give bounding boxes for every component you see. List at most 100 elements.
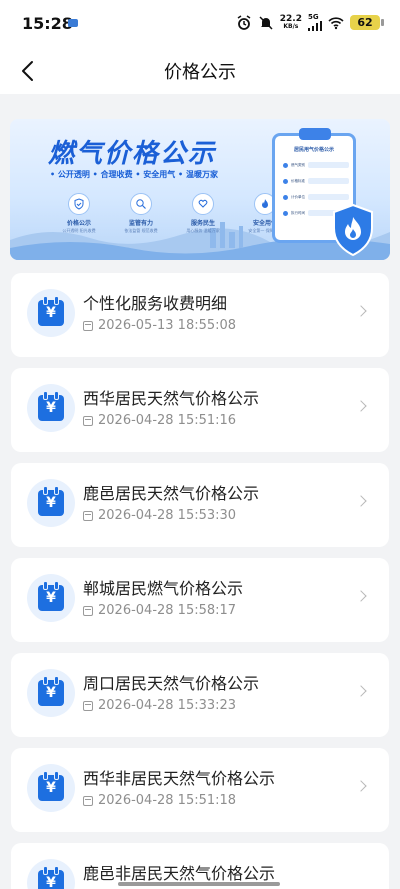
list-item-title: 个性化服务收费明细 xyxy=(83,294,228,313)
clipboard-row: 计价单位 xyxy=(283,192,349,202)
list-item-time: 2026-04-28 15:58:17 xyxy=(98,603,237,618)
shield-flame-icon xyxy=(333,203,373,257)
list-item-icon: ¥ xyxy=(27,479,75,527)
calendar-icon xyxy=(83,605,93,616)
home-indicator[interactable] xyxy=(118,882,280,886)
list-item-title: 鹿邑居民天然气价格公示 xyxy=(83,484,260,503)
calendar-icon xyxy=(83,415,93,426)
list-item-time-row: 2026-04-28 15:33:23 xyxy=(83,698,236,713)
calendar-icon xyxy=(83,510,93,521)
alarm-icon xyxy=(237,14,251,30)
list-item-icon: ¥ xyxy=(27,764,75,812)
list-item-time-row: 2026-04-28 15:58:17 xyxy=(83,603,236,618)
calendar-yuan-icon: ¥ xyxy=(38,391,64,421)
mute-icon xyxy=(259,15,273,30)
list-item-time-row: 2026-04-28 15:51:18 xyxy=(83,793,236,808)
clipboard-title: 居民用气价格公示 xyxy=(293,147,334,153)
calendar-yuan-icon: ¥ xyxy=(38,486,64,516)
nav-bar: 价格公示 xyxy=(0,48,400,94)
feature-public-service: 服务民生 用心服务 温暖万家 xyxy=(178,193,228,234)
status-bar: 15:28 22.2 KB/s 5G 62 xyxy=(0,0,400,48)
clipboard-row-line xyxy=(308,194,349,200)
feature-label: 监管有力 xyxy=(128,220,153,227)
list-item[interactable]: ¥ 周口居民天然气价格公示 2026-04-28 15:33:23 xyxy=(11,653,389,737)
list-item-icon: ¥ xyxy=(27,574,75,622)
list-item[interactable]: ¥ 西华居民天然气价格公示 2026-04-28 15:51:16 xyxy=(11,368,389,452)
list-item-title: 鹿邑非居民天然气价格公示 xyxy=(83,864,276,883)
feature-desc: 依法监管 规范收费 xyxy=(124,228,158,233)
chevron-right-icon xyxy=(355,780,367,792)
feature-desc: 用心服务 温暖万家 xyxy=(186,228,220,233)
clipboard-row-line xyxy=(308,178,349,184)
feature-label: 价格公示 xyxy=(66,220,91,227)
list-item-time-row: 2026-04-28 15:51:16 xyxy=(83,413,236,428)
feature-label: 服务民生 xyxy=(190,220,215,227)
banner-subtitle: • 公开透明 • 合理收费 • 安全用气 • 温暖万家 xyxy=(50,170,218,179)
list-item[interactable]: ¥ 个性化服务收费明细 2026-05-13 18:55:08 xyxy=(11,273,389,357)
calendar-icon xyxy=(83,320,93,331)
calendar-icon xyxy=(83,795,93,806)
list-item-title: 郸城居民燃气价格公示 xyxy=(83,579,244,598)
magnifier-icon xyxy=(130,193,152,215)
list-item-time: 2026-04-28 15:51:16 xyxy=(98,413,237,428)
list-item-time: 2026-04-28 15:33:23 xyxy=(98,698,237,713)
feature-price-disclosure: 价格公示 公开透明 阳光收费 xyxy=(54,193,104,234)
list-item-time: 2026-04-28 15:51:18 xyxy=(98,793,237,808)
list-item-time-row: 2026-04-28 15:53:30 xyxy=(83,508,236,523)
clipboard-row: 价格标准 xyxy=(283,176,349,186)
calendar-yuan-icon: ¥ xyxy=(38,771,64,801)
chevron-right-icon xyxy=(355,495,367,507)
wifi-icon xyxy=(328,16,344,29)
feature-supervision: 监管有力 依法监管 规范收费 xyxy=(116,193,166,234)
network-type: 5G xyxy=(308,13,319,21)
feature-desc: 公开透明 阳光收费 xyxy=(62,228,96,233)
shield-check-icon xyxy=(68,193,90,215)
list-item[interactable]: ¥ 郸城居民燃气价格公示 2026-04-28 15:58:17 xyxy=(11,558,389,642)
cellular-signal: 5G xyxy=(308,14,322,31)
clipboard-row-label: 执行时间 xyxy=(291,210,305,215)
bullet-icon xyxy=(283,178,288,184)
message-notification-icon xyxy=(68,19,78,27)
list-item[interactable]: ¥ 西华非居民天然气价格公示 2026-04-28 15:51:18 xyxy=(11,748,389,832)
list-item-icon: ¥ xyxy=(27,669,75,717)
clipboard-clip xyxy=(299,128,331,140)
clipboard-row: 燃气类别 xyxy=(283,160,349,170)
calendar-yuan-icon: ¥ xyxy=(38,676,64,706)
clipboard-row-label: 计价单位 xyxy=(291,194,305,199)
status-time: 15:28 xyxy=(22,14,73,33)
clipboard-row-label: 价格标准 xyxy=(291,178,305,183)
net-speed-unit: KB/s xyxy=(283,22,299,30)
bullet-icon xyxy=(283,162,288,168)
list-item-title: 西华居民天然气价格公示 xyxy=(83,389,260,408)
battery-indicator: 62 xyxy=(350,15,384,30)
list-item-title: 周口居民天然气价格公示 xyxy=(83,674,260,693)
calendar-yuan-icon: ¥ xyxy=(38,581,64,611)
signal-icon xyxy=(308,21,322,31)
status-icons: 22.2 KB/s 5G 62 xyxy=(236,13,384,31)
list-item-time: 2026-05-13 18:55:08 xyxy=(98,318,237,333)
hands-heart-icon xyxy=(192,193,214,215)
list-item-time-row: 2026-05-13 18:55:08 xyxy=(83,318,236,333)
chevron-right-icon xyxy=(355,400,367,412)
calendar-yuan-icon: ¥ xyxy=(38,866,64,889)
list-item-time: 2026-04-28 15:53:30 xyxy=(98,508,237,523)
price-banner: 燃气价格公示 • 公开透明 • 合理收费 • 安全用气 • 温暖万家 价格公示 … xyxy=(10,119,390,260)
list-item-title: 西华非居民天然气价格公示 xyxy=(83,769,276,788)
net-speed: 22.2 KB/s xyxy=(279,13,302,31)
calendar-icon xyxy=(83,700,93,711)
list-item[interactable]: ¥ 鹿邑居民天然气价格公示 2026-04-28 15:53:30 xyxy=(11,463,389,547)
chevron-right-icon xyxy=(355,590,367,602)
list-item-icon: ¥ xyxy=(27,859,75,889)
list-item-icon: ¥ xyxy=(27,289,75,337)
clipboard-row-label: 燃气类别 xyxy=(291,162,305,167)
bullet-icon xyxy=(283,194,288,200)
list-item-icon: ¥ xyxy=(27,384,75,432)
net-speed-value: 22.2 xyxy=(279,13,302,24)
chevron-right-icon xyxy=(355,305,367,317)
chevron-right-icon xyxy=(355,685,367,697)
page-title: 价格公示 xyxy=(164,62,236,83)
calendar-yuan-icon: ¥ xyxy=(38,296,64,326)
banner-title: 燃气价格公示 xyxy=(48,139,217,169)
bullet-icon xyxy=(283,210,288,216)
banner-features: 价格公示 公开透明 阳光收费 监管有力 依法监管 规范收费 服务民生 用心服务 … xyxy=(54,193,290,234)
